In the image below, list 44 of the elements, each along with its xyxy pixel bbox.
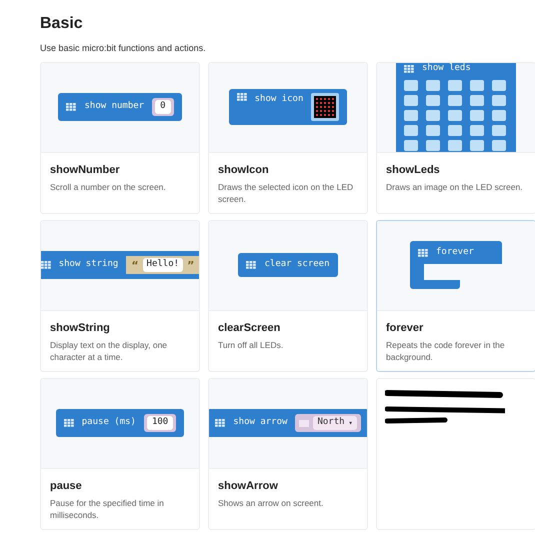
card-title: pause	[50, 478, 83, 494]
string-value[interactable]: Hello!	[142, 258, 184, 272]
code-block[interactable]: show leds	[396, 62, 516, 152]
card-title: clearScreen	[218, 320, 282, 336]
api-card[interactable]: pause (ms) 100 pause Pause for the specified time in milliseconds.	[40, 378, 200, 530]
api-card[interactable]: show number 0 showNumber Scroll a number on the screen.	[40, 62, 200, 214]
card-title: showArrow	[218, 478, 279, 494]
number-value[interactable]: 100	[146, 416, 174, 430]
card-description: Draws the selected icon on the LED screen.	[218, 181, 354, 205]
block-label: show arrow	[233, 416, 288, 430]
api-card[interactable]: show leds showLeds Draws an image on the LED screen.	[376, 62, 535, 214]
card-description: Shows an arrow on screent.	[218, 497, 324, 509]
section-title: Basic	[40, 14, 84, 34]
number-value[interactable]: 0	[155, 100, 171, 114]
block-label: pause (ms)	[82, 416, 136, 430]
api-card[interactable]: clear screen clearScreen Turn off all LEDs.	[208, 220, 368, 372]
card-title: forever	[386, 320, 424, 336]
card-description: Pause for the specified time in milliseconds.	[50, 497, 165, 521]
block-label: forever	[436, 246, 474, 259]
code-block[interactable]: show string “ Hello! ”	[41, 251, 199, 279]
quote-mark: “	[131, 260, 139, 270]
section-subtitle: Use basic micro:bit functions and actions.	[40, 42, 207, 55]
card-description: Repeats the code forever in the background.	[386, 339, 506, 363]
code-block[interactable]: show icon	[228, 89, 348, 125]
api-card[interactable]: forever forever Repeats the code forever in the background.	[376, 220, 535, 372]
block-label: show leds	[422, 62, 471, 75]
block-label: show number	[84, 100, 144, 114]
code-block[interactable]: show number 0	[58, 93, 182, 121]
block-label: show string	[58, 258, 118, 272]
block-label: clear screen	[264, 258, 330, 272]
quote-mark: ”	[187, 260, 194, 270]
card-title: showNumber	[50, 162, 121, 178]
card-description: Turn off all LEDs.	[218, 339, 284, 351]
card-description: Scroll a number on the screen.	[50, 181, 167, 193]
card-title: showString	[50, 320, 111, 336]
api-card[interactable]: show string “ Hello! ” showString Display text on the display, one character at a time.	[40, 220, 200, 372]
block-label: show icon	[254, 93, 304, 106]
code-block[interactable]: clear screen	[238, 253, 338, 277]
api-card[interactable]: show icon showIcon Draws the selected icon on the LED screen.	[208, 62, 368, 214]
card-description: Display text on the display, one character at a time.	[50, 339, 168, 363]
card-title: showLeds	[386, 162, 441, 178]
card-title: showIcon	[218, 162, 270, 178]
card-description: Draws an image on the LED screen.	[386, 181, 524, 193]
code-block[interactable]: pause (ms) 100	[56, 409, 184, 437]
